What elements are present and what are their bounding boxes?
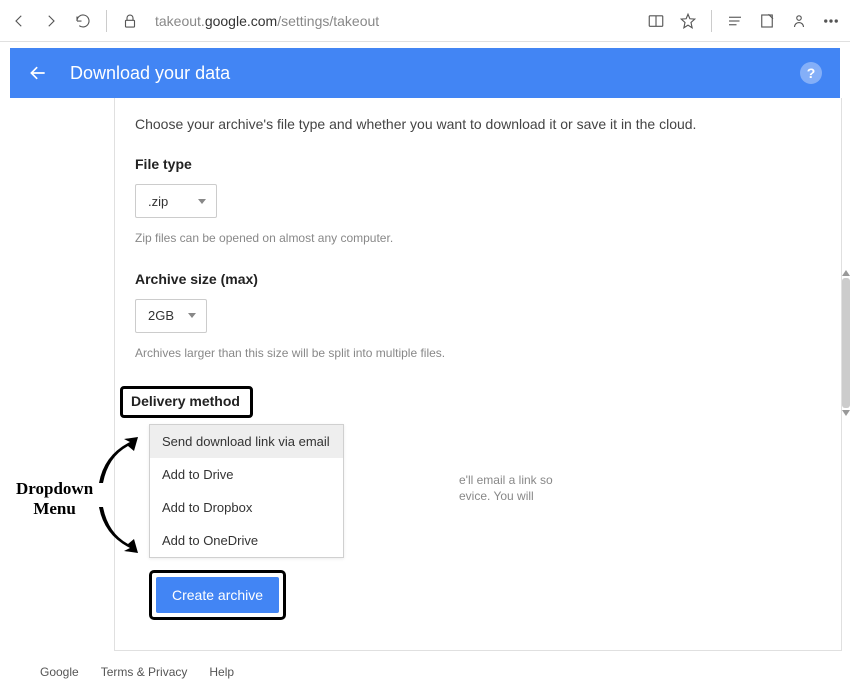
url-subdomain: takeout. xyxy=(155,13,205,29)
page-title: Download your data xyxy=(70,63,778,84)
archivesize-value: 2GB xyxy=(148,308,174,323)
filetype-hint: Zip files can be opened on almost any co… xyxy=(135,230,465,247)
lock-icon xyxy=(121,12,139,30)
archivesize-hint: Archives larger than this size will be s… xyxy=(135,345,465,362)
content-card: Choose your archive's file type and whet… xyxy=(114,98,842,651)
archivesize-label: Archive size (max) xyxy=(135,271,821,287)
footer-help[interactable]: Help xyxy=(209,665,234,679)
notes-icon[interactable] xyxy=(758,12,776,30)
more-icon[interactable] xyxy=(822,12,840,30)
divider xyxy=(106,10,107,32)
url-path: /settings/takeout xyxy=(277,13,379,29)
dropdown-item-dropbox[interactable]: Add to Dropbox xyxy=(150,491,343,524)
scrollbar[interactable] xyxy=(842,278,850,408)
create-archive-button[interactable]: Create archive xyxy=(156,577,279,613)
reading-view-icon[interactable] xyxy=(647,12,665,30)
page-header: Download your data ? xyxy=(10,48,840,98)
dropdown-item-drive[interactable]: Add to Drive xyxy=(150,458,343,491)
dropdown-item-email[interactable]: Send download link via email xyxy=(150,425,343,458)
footer-terms[interactable]: Terms & Privacy xyxy=(101,665,188,679)
chevron-down-icon xyxy=(198,199,206,204)
hub-icon[interactable] xyxy=(726,12,744,30)
filetype-value: .zip xyxy=(148,194,168,209)
favorite-star-icon[interactable] xyxy=(679,12,697,30)
intro-text: Choose your archive's file type and whet… xyxy=(135,116,821,132)
filetype-label: File type xyxy=(135,156,821,172)
annotation-arrow-icon xyxy=(94,435,144,490)
footer-links: Google Terms & Privacy Help xyxy=(40,665,850,679)
delivery-label: Delivery method xyxy=(131,393,240,409)
url-bar[interactable]: takeout.google.com/settings/takeout xyxy=(153,13,633,29)
annotation-box-delivery-label: Delivery method xyxy=(120,386,253,418)
refresh-icon[interactable] xyxy=(74,12,92,30)
filetype-select[interactable]: .zip xyxy=(135,184,217,218)
annotation-box-create-button: Create archive xyxy=(149,570,286,620)
chevron-down-icon xyxy=(188,313,196,318)
url-host: google.com xyxy=(205,13,277,29)
browser-top-bar: takeout.google.com/settings/takeout xyxy=(0,0,850,42)
footer-google[interactable]: Google xyxy=(40,665,79,679)
divider xyxy=(711,10,712,32)
delivery-dropdown-menu: Send download link via email Add to Driv… xyxy=(149,424,344,558)
share-icon[interactable] xyxy=(790,12,808,30)
annotation-label: DropdownMenu xyxy=(16,479,93,518)
back-icon[interactable] xyxy=(10,12,28,30)
forward-icon[interactable] xyxy=(42,12,60,30)
dropdown-item-onedrive[interactable]: Add to OneDrive xyxy=(150,524,343,557)
annotation-arrow-icon xyxy=(94,505,144,560)
header-back-icon[interactable] xyxy=(28,63,48,83)
archivesize-select[interactable]: 2GB xyxy=(135,299,207,333)
help-icon[interactable]: ? xyxy=(800,62,822,84)
partial-hidden-text: e'll email a link so evice. You will xyxy=(459,472,553,506)
